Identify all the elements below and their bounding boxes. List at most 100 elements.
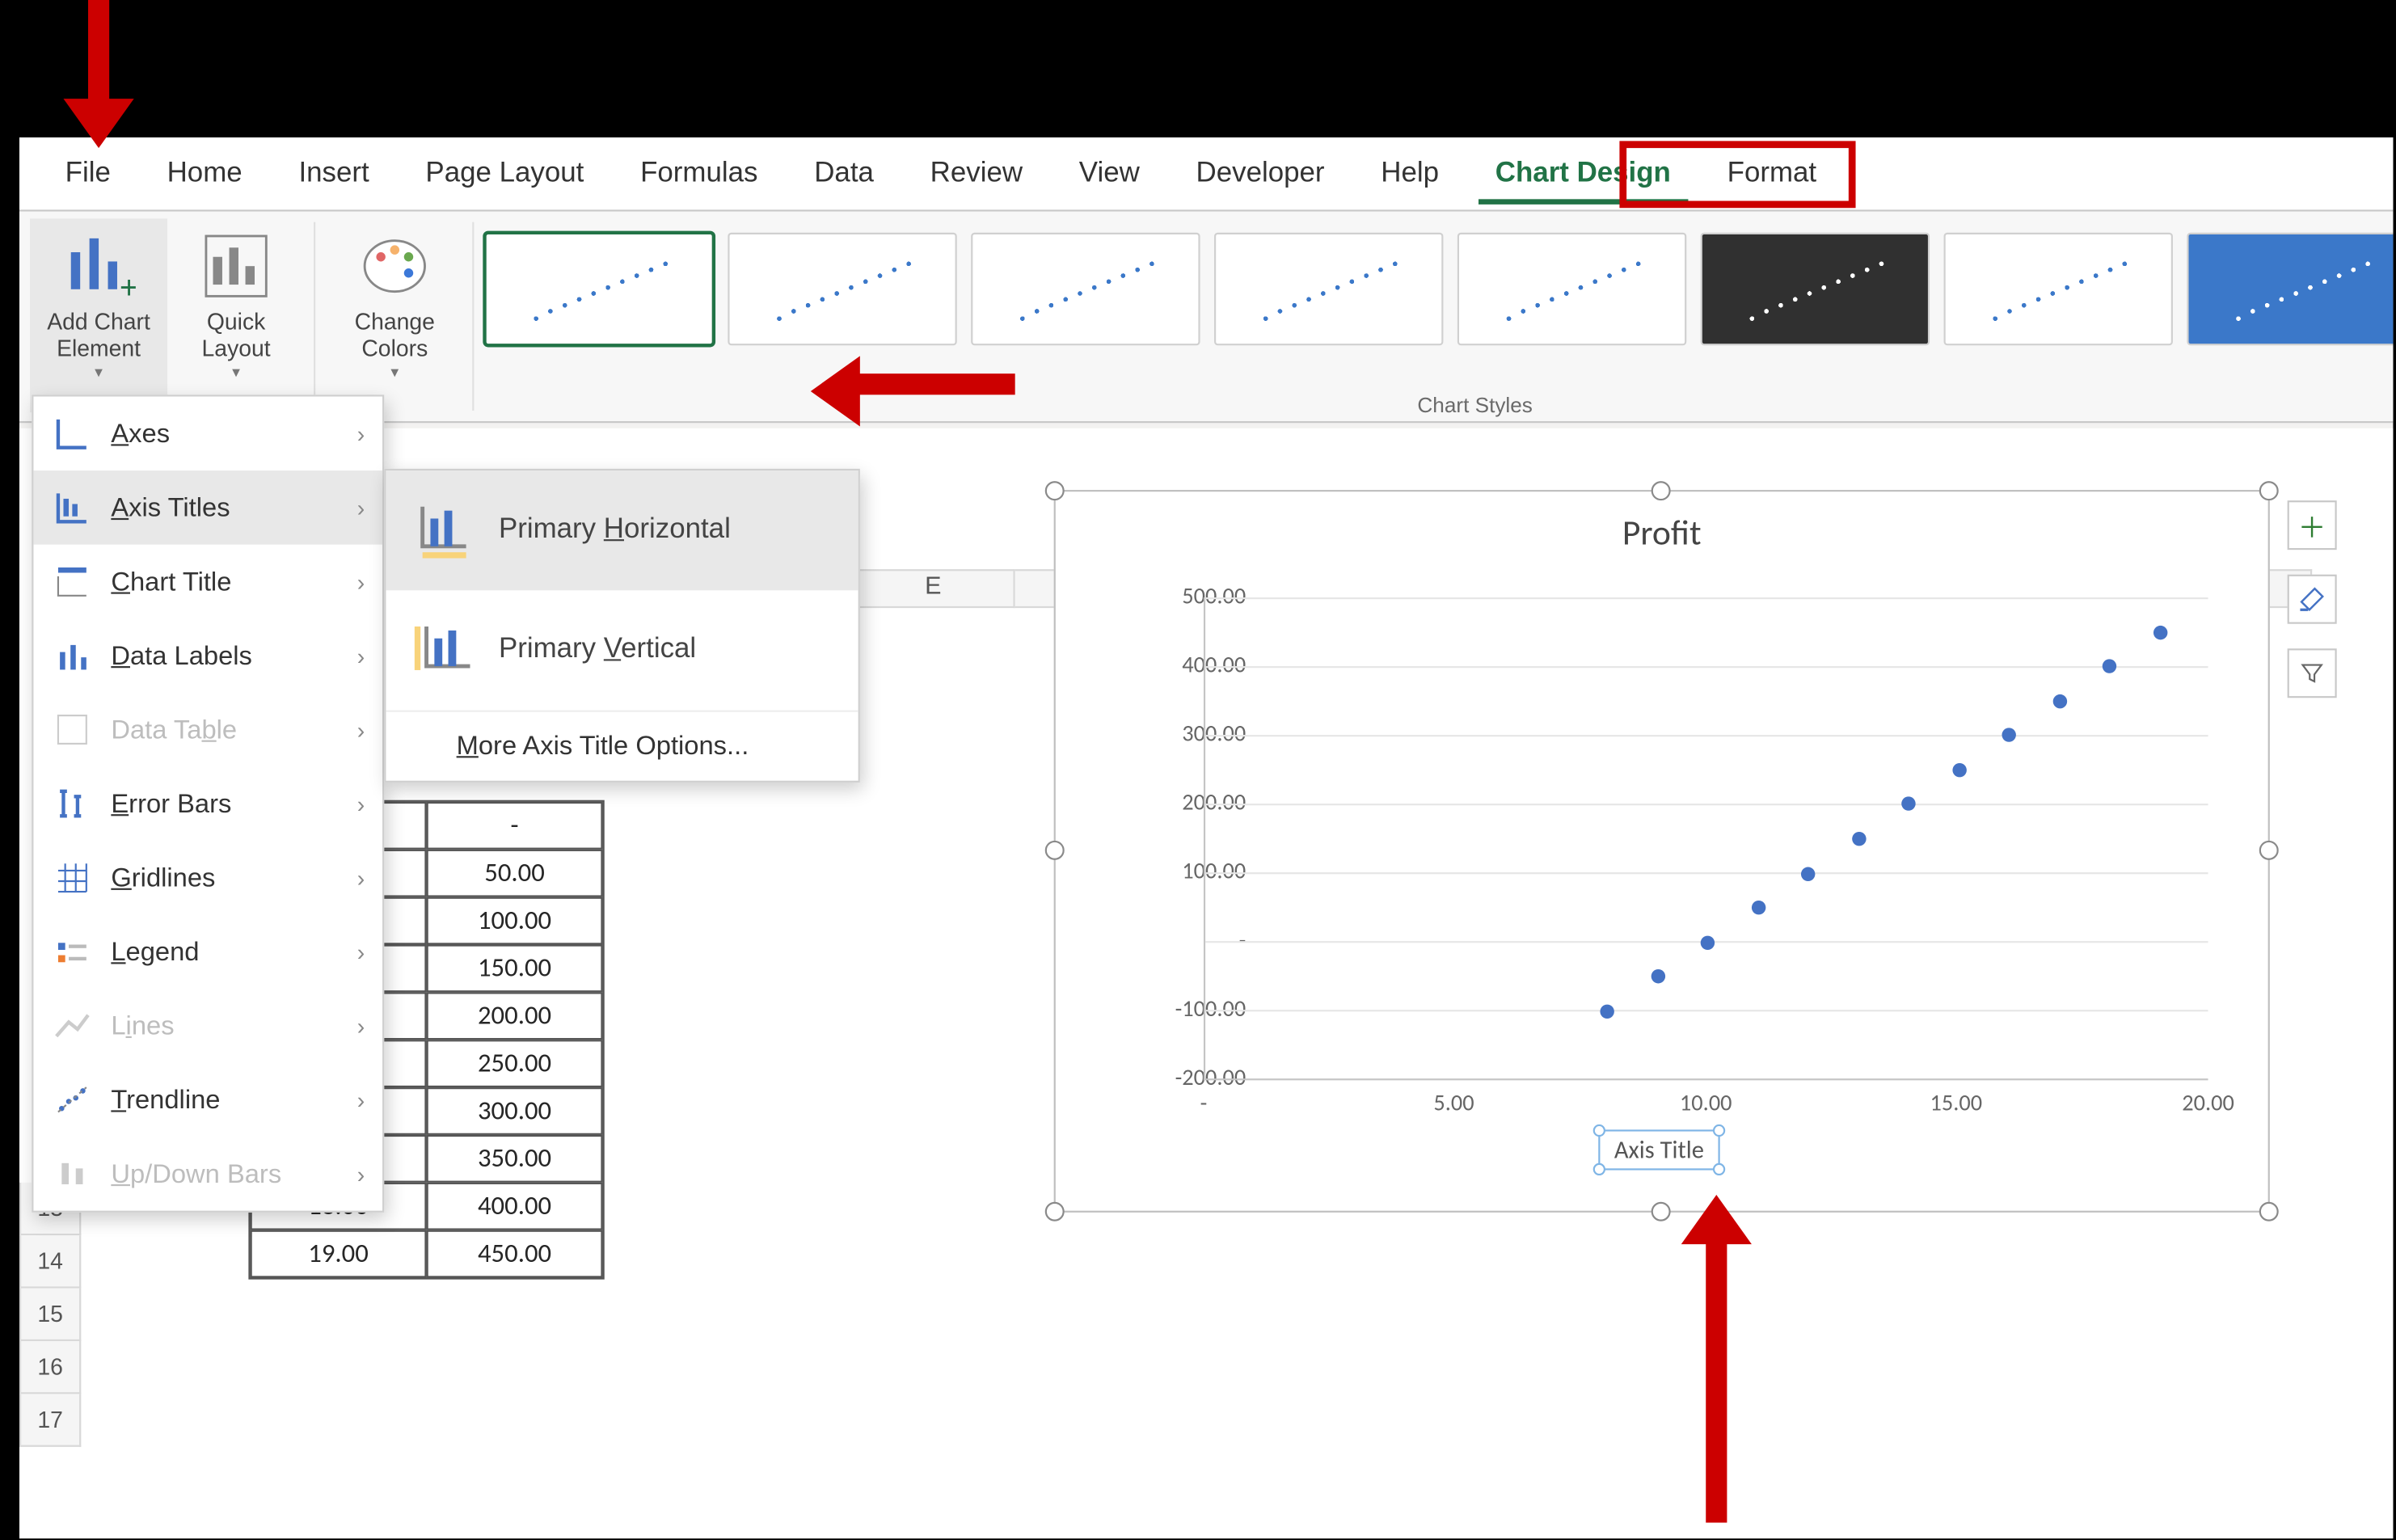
tab-file[interactable]: File — [37, 140, 139, 207]
submenu-more-label: ore Axis Title Options... — [479, 732, 749, 762]
row-header[interactable]: 15 — [19, 1289, 81, 1341]
menu-item-gridlines[interactable]: Gridlines› — [33, 841, 382, 915]
tab-format[interactable]: Format — [1699, 140, 1845, 207]
row-header[interactable]: 16 — [19, 1341, 81, 1394]
resize-handle[interactable] — [1713, 1124, 1725, 1137]
tab-formulas[interactable]: Formulas — [612, 140, 786, 207]
ribbon-body: + Add Chart Element ▾ Quick Layout ▾ — [19, 212, 2393, 424]
tab-data[interactable]: Data — [786, 140, 901, 207]
table-cell[interactable]: 250.00 — [427, 1040, 603, 1087]
axes-icon — [51, 412, 93, 454]
x-axis-title[interactable]: Axis Title — [1598, 1129, 1719, 1170]
chart-style-3[interactable] — [971, 233, 1200, 346]
chart-title[interactable]: Profit — [1056, 492, 2268, 555]
data-point[interactable] — [1901, 797, 1915, 811]
data-point[interactable] — [2002, 728, 2015, 742]
chart-style-7[interactable] — [1944, 233, 2173, 346]
submenu-more-options[interactable]: More Axis Title Options... — [386, 711, 858, 781]
data-point[interactable] — [1701, 935, 1715, 949]
axis-titles-submenu[interactable]: Primary Horizontal Primary Vertical More… — [384, 469, 860, 783]
resize-handle[interactable] — [1045, 481, 1065, 500]
data-point[interactable] — [2052, 694, 2066, 707]
data-point[interactable] — [1801, 867, 1815, 880]
tab-page-layout[interactable]: Page Layout — [398, 140, 613, 207]
resize-handle[interactable] — [1593, 1124, 1605, 1137]
data-point[interactable] — [1751, 901, 1765, 914]
embedded-chart[interactable]: Profit 500.00 400.00 300.00 200.00 100.0… — [1054, 490, 2270, 1213]
primary-horizontal-icon — [411, 499, 474, 562]
tab-review[interactable]: Review — [902, 140, 1051, 207]
plot-area[interactable] — [1204, 597, 2208, 1080]
resize-handle[interactable] — [2259, 1202, 2279, 1221]
data-point[interactable] — [1651, 970, 1664, 984]
tab-view[interactable]: View — [1051, 140, 1168, 207]
table-cell[interactable]: 100.00 — [427, 897, 603, 945]
data-point[interactable] — [2103, 660, 2116, 673]
table-cell[interactable]: 19.00 — [251, 1230, 427, 1278]
resize-handle[interactable] — [1651, 481, 1671, 500]
tab-chart-design[interactable]: Chart Design — [1467, 140, 1699, 207]
chart-styles-caption: Chart Styles — [474, 393, 2393, 418]
ribbon-tabs: File Home Insert Page Layout Formulas Da… — [19, 137, 2393, 212]
row-header[interactable]: 14 — [19, 1235, 81, 1288]
chart-filters-button[interactable] — [2288, 648, 2337, 698]
chart-style-6[interactable] — [1701, 233, 1930, 346]
table-cell[interactable]: 350.00 — [427, 1135, 603, 1183]
tab-home[interactable]: Home — [139, 140, 271, 207]
data-point[interactable] — [1600, 1004, 1614, 1018]
tab-help[interactable]: Help — [1352, 140, 1466, 207]
chart-style-4[interactable] — [1214, 233, 1443, 346]
menu-item-data-labels[interactable]: Data Labels› — [33, 618, 382, 693]
chart-side-buttons: ＋ — [2288, 500, 2337, 698]
menu-item-label: xis Titles — [129, 492, 230, 522]
chart-elements-button[interactable]: ＋ — [2288, 500, 2337, 550]
resize-handle[interactable] — [1045, 1202, 1065, 1221]
submenu-primary-vertical[interactable]: Primary Vertical — [386, 590, 858, 710]
tab-insert[interactable]: Insert — [271, 140, 398, 207]
tab-developer[interactable]: Developer — [1168, 140, 1353, 207]
col-header[interactable]: E — [853, 569, 1015, 608]
chart-style-1[interactable] — [485, 233, 714, 346]
resize-handle[interactable] — [1651, 1202, 1671, 1221]
chart-style-5[interactable] — [1457, 233, 1686, 346]
resize-handle[interactable] — [2259, 841, 2279, 860]
chart-style-2[interactable] — [728, 233, 956, 346]
change-colors-button[interactable]: Change Colors ▾ — [326, 218, 463, 412]
table-cell[interactable]: 300.00 — [427, 1087, 603, 1135]
menu-item-legend[interactable]: Legend› — [33, 914, 382, 989]
resize-handle[interactable] — [1713, 1163, 1725, 1175]
chart-styles-button[interactable] — [2288, 575, 2337, 624]
chevron-right-icon: › — [357, 864, 365, 891]
updown-bars-icon — [51, 1153, 93, 1195]
table-cell[interactable]: 200.00 — [427, 992, 603, 1040]
menu-item-axes[interactable]: Axes› — [33, 397, 382, 471]
table-cell[interactable]: 400.00 — [427, 1183, 603, 1230]
add-chart-element-menu[interactable]: Axes› Axis Titles› Chart Title› Data Lab… — [32, 394, 384, 1213]
resize-handle[interactable] — [1045, 841, 1065, 860]
add-chart-element-button[interactable]: + Add Chart Element ▾ — [30, 218, 167, 412]
chart-styles-gallery[interactable]: ▴ ▾ ▿ — [485, 218, 2394, 357]
table-cell[interactable]: - — [427, 802, 603, 850]
menu-item-chart-title[interactable]: Chart Title› — [33, 545, 382, 619]
table-cell[interactable]: 150.00 — [427, 944, 603, 992]
menu-item-trendline[interactable]: Trendline› — [33, 1063, 382, 1137]
row-header[interactable]: 17 — [19, 1394, 81, 1446]
menu-item-label: rror Bars — [129, 789, 231, 819]
resize-handle[interactable] — [2259, 481, 2279, 500]
data-labels-icon — [51, 635, 93, 677]
resize-handle[interactable] — [1593, 1163, 1605, 1175]
submenu-primary-horizontal[interactable]: Primary Horizontal — [386, 470, 858, 590]
data-point[interactable] — [1951, 763, 1965, 777]
menu-item-lines: Lines› — [33, 989, 382, 1063]
menu-item-axis-titles[interactable]: Axis Titles› — [33, 470, 382, 545]
data-point[interactable] — [1851, 832, 1865, 846]
chart-style-8[interactable] — [2187, 233, 2393, 346]
data-point[interactable] — [2153, 625, 2166, 639]
quick-layout-button[interactable]: Quick Layout ▾ — [167, 218, 305, 412]
trendline-icon — [51, 1078, 93, 1120]
x-tick: 15.00 — [1930, 1091, 1982, 1117]
add-chart-element-label: Add Chart Element — [47, 310, 150, 363]
table-cell[interactable]: 50.00 — [427, 850, 603, 897]
table-cell[interactable]: 450.00 — [427, 1230, 603, 1278]
menu-item-error-bars[interactable]: Error Bars› — [33, 766, 382, 841]
